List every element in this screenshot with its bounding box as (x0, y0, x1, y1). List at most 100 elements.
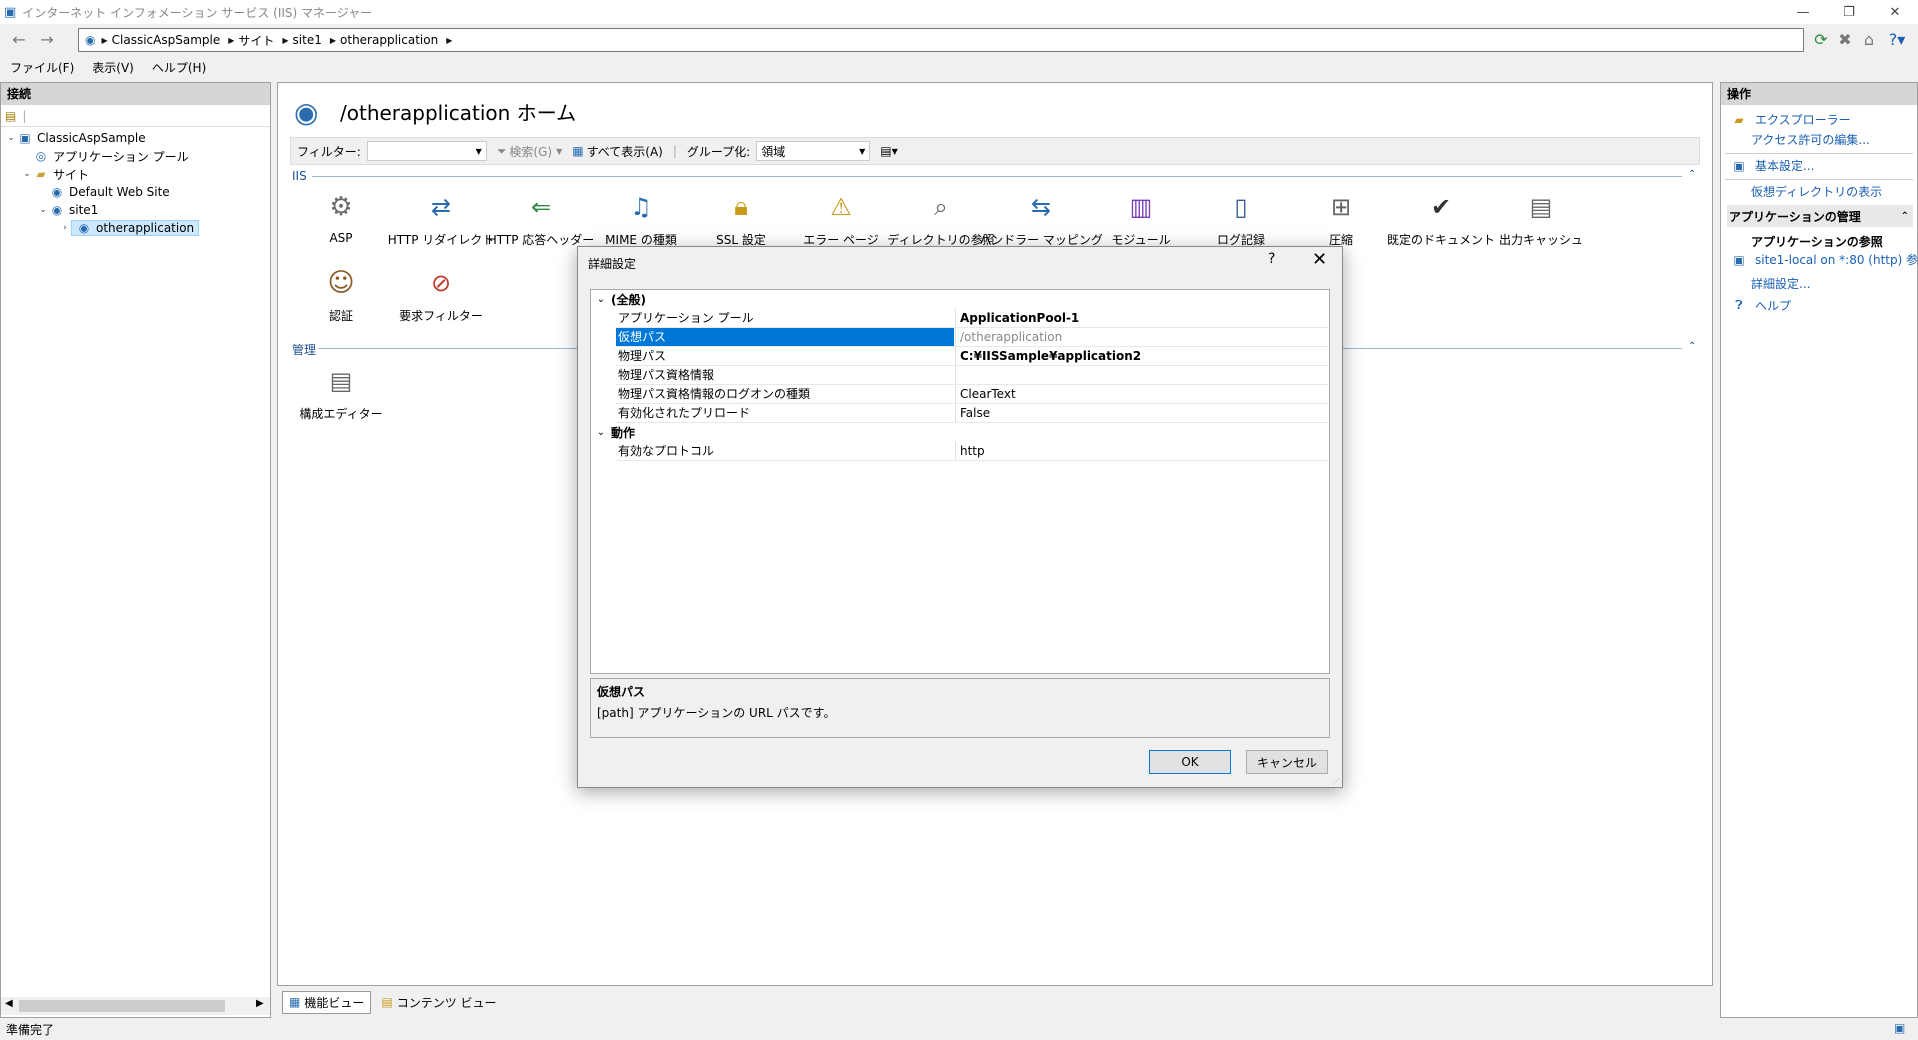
tree-node-sites[interactable]: ⌄ ▰ サイト (21, 165, 89, 183)
restore-button[interactable]: ❐ (1826, 0, 1872, 24)
filter-input[interactable]: ▼ (366, 141, 487, 161)
connect-icon[interactable]: ▤ (5, 109, 16, 123)
action-help[interactable]: ❓︎ ヘルプ (1731, 297, 1791, 314)
toolbar-separator: | (22, 108, 27, 123)
chevron-down-icon[interactable]: ⌄ (5, 133, 17, 143)
description-text: [path] アプリケーションの URL パスです。 (597, 706, 836, 720)
forward-button[interactable]: → (34, 28, 60, 50)
tree-node-otherapplication[interactable]: › ◉ otherapplication (59, 219, 200, 237)
category-behavior[interactable]: ⌄ 動作 (591, 423, 1329, 442)
help-dropdown-icon[interactable]: ?▾ (1884, 28, 1910, 50)
tile-error-pages[interactable]: ⚠ エラー ページ (791, 185, 891, 251)
tree-node-server[interactable]: ⌄ ▣ ClassicAspSample (5, 129, 145, 147)
scroll-thumb[interactable] (19, 1000, 225, 1012)
error-page-icon: ⚠ (830, 193, 852, 221)
crumb-server[interactable]: ClassicAspSample (112, 33, 221, 47)
group-by-select[interactable]: 領域 ▼ (756, 141, 871, 161)
tile-asp[interactable]: ⚙ ASP (291, 185, 391, 251)
tile-configuration-editor[interactable]: ▤ 構成エディター (291, 359, 391, 425)
property-row[interactable]: 物理パス資格情報 (591, 366, 1329, 385)
tile-output-caching[interactable]: ▤ 出力キャッシュ (1491, 185, 1591, 251)
menu-view[interactable]: 表示(V) (92, 59, 134, 76)
resize-grip-icon[interactable]: ⋰ (1332, 777, 1340, 786)
collapse-up-icon[interactable]: ⌃ (1688, 341, 1696, 352)
chevron-down-icon[interactable]: ⌄ (591, 294, 611, 305)
tile-authentication[interactable]: ☺ 認証 (291, 261, 391, 327)
action-edit-permissions[interactable]: アクセス許可の編集... (1751, 131, 1870, 148)
breadcrumb[interactable]: ◉ ▶ ClassicAspSample ▶ サイト ▶ site1 ▶ oth… (78, 28, 1804, 52)
action-browse-site[interactable]: ▣ site1-local on *:80 (http) 参照 (1731, 251, 1918, 268)
property-value[interactable]: ClearText (955, 385, 1329, 404)
tile-logging[interactable]: ▯ ログ記録 (1191, 185, 1291, 251)
property-row[interactable]: 物理パス C:¥IISSample¥application2 (591, 347, 1329, 366)
action-basic-settings[interactable]: ▣ 基本設定... (1731, 157, 1814, 174)
back-button[interactable]: ← (6, 28, 32, 50)
content-view-icon: ▤ (381, 995, 393, 1009)
tile-default-document[interactable]: ✔ 既定のドキュメント (1387, 185, 1495, 251)
show-all-button[interactable]: ▦ すべて表示(A) (572, 143, 663, 160)
crumb-site1[interactable]: site1 (293, 33, 322, 47)
ok-button[interactable]: OK (1149, 750, 1231, 774)
manage-application-header[interactable]: アプリケーションの管理 ⌃ (1727, 205, 1913, 227)
property-value[interactable]: ApplicationPool-1 (955, 309, 1329, 328)
dialog-close-icon[interactable]: ✕ (1312, 249, 1327, 270)
property-row[interactable]: 物理パス資格情報のログオンの種類 ClearText (591, 385, 1329, 404)
cancel-button[interactable]: キャンセル (1246, 750, 1328, 774)
globe-icon: ◉ (51, 203, 63, 217)
crumb-sites[interactable]: サイト (238, 32, 274, 49)
property-row[interactable]: アプリケーション プール ApplicationPool-1 (591, 309, 1329, 328)
dialog-help-button[interactable]: ? (1268, 251, 1275, 267)
chevron-down-icon[interactable]: ⌄ (21, 169, 33, 179)
property-value[interactable]: http (955, 442, 1329, 461)
stop-icon[interactable]: ✖ (1832, 28, 1858, 50)
page-title: /otherapplication ホーム (340, 101, 577, 125)
selected-node[interactable]: ◉ otherapplication (71, 220, 200, 236)
collapse-up-icon[interactable]: ⌃ (1688, 169, 1696, 180)
tile-directory-browsing[interactable]: ⌕ ディレクトリの参照 (887, 185, 994, 251)
action-advanced-settings[interactable]: 詳細設定... (1751, 275, 1810, 292)
browse-application-label: アプリケーションの参照 (1751, 235, 1883, 249)
action-view-virtual-directories[interactable]: 仮想ディレクトリの表示 (1751, 183, 1882, 200)
property-row[interactable]: 有効なプロトコル http (591, 442, 1329, 461)
chevron-right-icon[interactable]: › (59, 223, 71, 233)
tile-http-redirect[interactable]: ⇄ HTTP リダイレクト (388, 185, 495, 251)
property-value[interactable] (955, 366, 1329, 385)
scroll-right-icon[interactable]: ▶ (256, 998, 264, 1009)
property-value[interactable]: /otherapplication (955, 328, 1329, 347)
tab-features-view[interactable]: ▦ 機能ビュー (282, 990, 372, 1014)
menu-help[interactable]: ヘルプ(H) (152, 59, 206, 76)
property-row[interactable]: 仮想パス /otherapplication (591, 328, 1329, 347)
tree-node-site1[interactable]: ⌄ ◉ site1 (37, 201, 98, 219)
action-explore[interactable]: ▰ エクスプローラー (1731, 111, 1850, 128)
minimize-button[interactable]: — (1780, 0, 1826, 24)
tree-node-app-pools[interactable]: ◎ アプリケーション プール (21, 147, 189, 165)
tile-ssl-settings[interactable]: 🔒︎ SSL 設定 (691, 185, 791, 251)
category-general[interactable]: ⌄ (全般) (591, 290, 1329, 309)
collapse-up-icon[interactable]: ⌃ (1901, 211, 1909, 222)
tile-mime-types[interactable]: ♫ MIME の種類 (591, 185, 691, 251)
tree-node-default-site[interactable]: ◉ Default Web Site (49, 183, 170, 201)
menu-file[interactable]: ファイル(F) (10, 59, 74, 76)
redirect-icon: ⇄ (430, 193, 452, 221)
close-button[interactable]: ✕ (1872, 0, 1918, 24)
group-by-value: 領域 (761, 144, 786, 159)
home-icon[interactable]: ⌂ (1856, 28, 1882, 50)
refresh-icon[interactable]: ⟳ (1808, 28, 1834, 50)
chevron-down-icon[interactable]: ⌄ (37, 205, 49, 215)
horizontal-scrollbar[interactable]: ◀ ▶ (1, 997, 270, 1015)
tile-compression[interactable]: ⊞ 圧縮 (1291, 185, 1391, 251)
property-value[interactable]: C:¥IISSample¥application2 (955, 347, 1329, 366)
tile-label: 出力キャッシュ (1498, 233, 1583, 247)
search-button[interactable]: ⏷ 検索(G) ▼ (497, 143, 562, 160)
view-mode-button[interactable]: ▤ ▼ (880, 144, 898, 158)
chevron-down-icon[interactable]: ⌄ (591, 427, 611, 438)
tile-handler-mappings[interactable]: ⇆ ハンドラー マッピング (979, 185, 1103, 251)
scroll-left-icon[interactable]: ◀ (5, 998, 13, 1009)
tile-request-filtering[interactable]: ⊘ 要求フィルター (391, 261, 491, 327)
tile-modules[interactable]: ▥ モジュール (1091, 185, 1191, 251)
property-value[interactable]: False (955, 404, 1329, 423)
tile-http-response-headers[interactable]: ⇐ HTTP 応答ヘッダー (488, 185, 595, 251)
crumb-app[interactable]: otherapplication (340, 33, 438, 47)
property-row[interactable]: 有効化されたプリロード False (591, 404, 1329, 423)
tab-content-view[interactable]: ▤ コンテンツ ビュー (375, 992, 502, 1013)
